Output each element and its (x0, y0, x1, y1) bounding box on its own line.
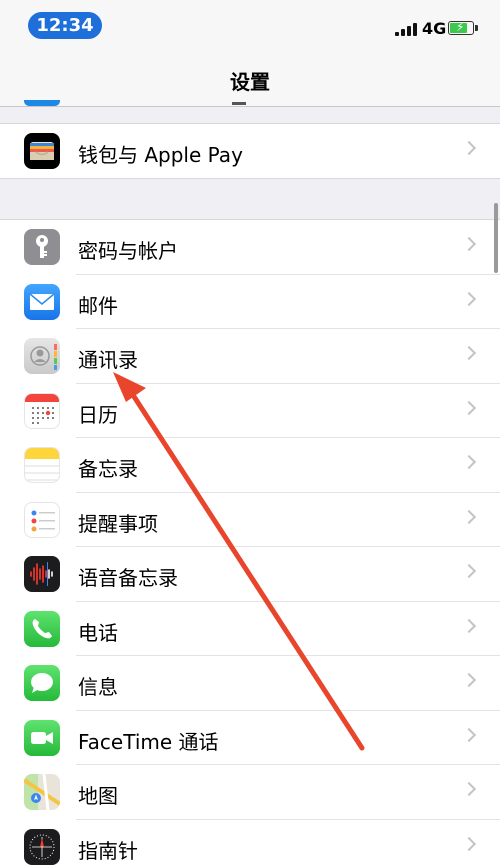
reminders-icon (24, 501, 60, 538)
compass-icon (24, 828, 60, 865)
calendar-icon (24, 392, 60, 429)
settings-row-label: 邮件 (78, 293, 118, 318)
facetime-icon (24, 719, 60, 756)
settings-row-reminders[interactable]: 提醒事项 (0, 493, 500, 547)
chevron-right-icon (461, 727, 477, 742)
wallet-icon (24, 133, 60, 169)
settings-row-label: 指南针 (78, 838, 138, 863)
maps-icon (24, 774, 60, 810)
settings-row-calendar[interactable]: 日历 (0, 384, 500, 438)
settings-row-label: 日历 (78, 402, 118, 427)
mail-icon (24, 283, 60, 320)
status-time[interactable]: 12:34 (28, 12, 102, 39)
scroll-indicator[interactable] (494, 203, 498, 273)
chevron-right-icon (461, 400, 477, 415)
battery-icon: ⚡ (448, 20, 478, 35)
chevron-right-icon (461, 509, 477, 524)
settings-row-facetime[interactable]: FaceTime 通话 (0, 711, 500, 765)
settings-row-messages[interactable]: 信息 (0, 656, 500, 711)
chevron-right-icon (461, 140, 477, 156)
page-title: 设置 (230, 70, 270, 94)
settings-row-label: 备忘录 (78, 457, 138, 481)
settings-row-mail[interactable]: 邮件 (0, 275, 500, 329)
settings-row-label: 地图 (78, 784, 118, 808)
settings-row-notes[interactable]: 备忘录 (0, 438, 500, 493)
settings-row-phone[interactable]: 电话 (0, 602, 500, 656)
chevron-right-icon (461, 236, 477, 252)
chevron-right-icon (461, 291, 477, 306)
chevron-right-icon (461, 618, 477, 633)
cellular-signal-icon (395, 22, 417, 36)
partially-hidden-row-icon (24, 100, 60, 106)
chevron-right-icon (461, 836, 477, 851)
settings-row-label: 密码与帐户 (78, 239, 178, 263)
settings-row-label: 语音备忘录 (78, 566, 178, 590)
partially-hidden-row-label (232, 98, 246, 106)
settings-row-label: FaceTime 通话 (78, 729, 219, 754)
phone-icon (24, 610, 60, 647)
wallet-group: 钱包与 Apple Pay (0, 123, 500, 179)
chevron-right-icon (461, 454, 477, 470)
apps-settings-group: 密码与帐户 邮件 通讯录 日历 备忘录 提醒事项 语音备忘录 电话 信息 Fac… (0, 219, 500, 866)
settings-row-label: 钱包与 Apple Pay (78, 143, 243, 167)
network-type: 4G (422, 19, 447, 38)
navigation-bar: 设置 (0, 50, 500, 107)
chevron-right-icon (461, 345, 477, 361)
settings-row-maps[interactable]: 地图 (0, 765, 500, 820)
settings-row-label: 信息 (78, 675, 118, 699)
notes-icon (24, 447, 60, 483)
settings-row-compass[interactable]: 指南针 (0, 820, 500, 866)
contacts-icon (24, 338, 60, 374)
messages-icon (24, 665, 60, 701)
settings-row-contacts[interactable]: 通讯录 (0, 329, 500, 384)
chevron-right-icon (461, 672, 477, 688)
status-bar: 12:34 4G ⚡ (0, 0, 500, 50)
settings-row-label: 提醒事项 (78, 511, 158, 536)
chevron-right-icon (461, 781, 477, 797)
settings-row-label: 电话 (78, 620, 118, 645)
settings-row-wallet[interactable]: 钱包与 Apple Pay (0, 124, 500, 178)
chevron-right-icon (461, 563, 477, 579)
settings-row-voice-memos[interactable]: 语音备忘录 (0, 547, 500, 602)
key-icon (24, 229, 60, 265)
voice-memos-icon (24, 556, 60, 592)
settings-row-passwords[interactable]: 密码与帐户 (0, 220, 500, 275)
settings-row-label: 通讯录 (78, 348, 138, 372)
